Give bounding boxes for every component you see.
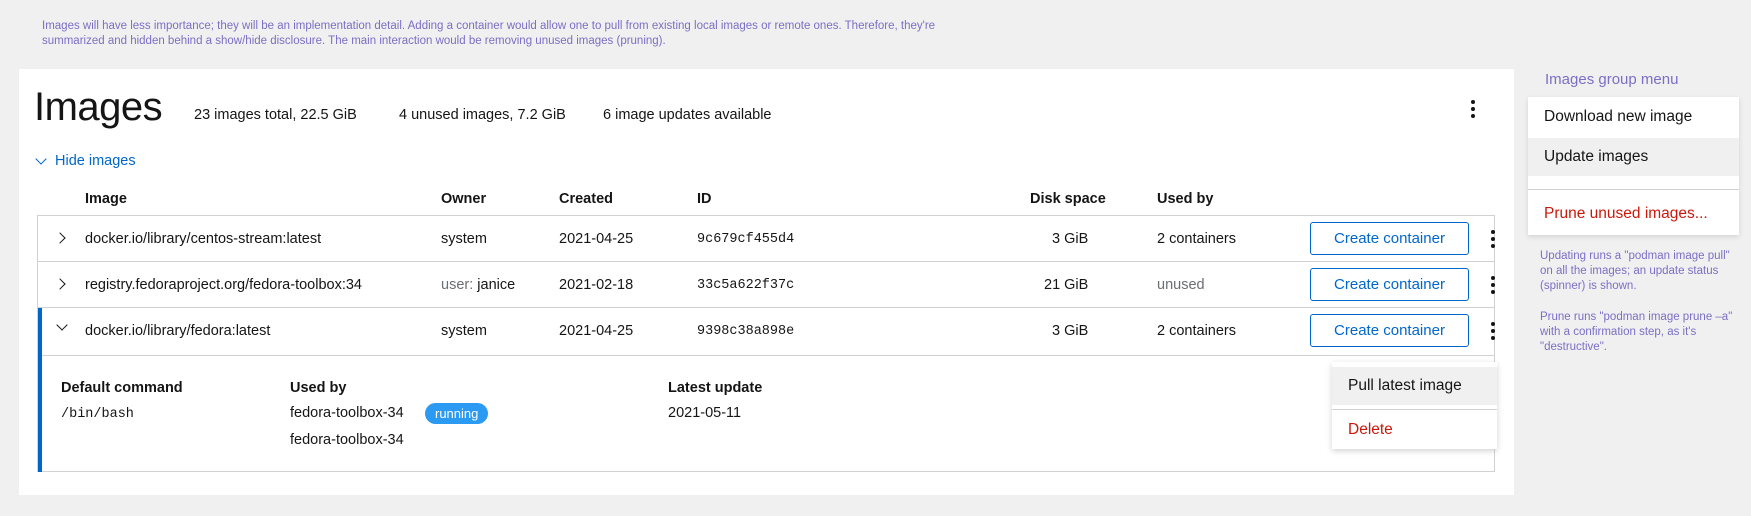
image-owner: system bbox=[441, 323, 487, 339]
row-kebab-icon[interactable] bbox=[1483, 225, 1503, 253]
prune-unused-images-item[interactable]: Prune unused images... bbox=[1528, 195, 1739, 233]
column-header-owner: Owner bbox=[441, 191, 487, 207]
column-header-used-by: Used by bbox=[1157, 191, 1214, 207]
page-title: Images bbox=[34, 85, 163, 129]
kebab-menu-icon[interactable] bbox=[1463, 95, 1483, 123]
used-by-container: fedora-toolbox-34 bbox=[290, 432, 404, 448]
image-disk-space: 3 GiB bbox=[1052, 231, 1089, 247]
create-container-button[interactable]: Create container bbox=[1310, 222, 1469, 255]
image-used-by: 2 containers bbox=[1157, 231, 1236, 247]
image-used-by: unused bbox=[1157, 277, 1205, 293]
image-name: docker.io/library/centos-stream:latest bbox=[85, 231, 322, 247]
owner-user: janice bbox=[477, 277, 516, 293]
images-table: docker.io/library/centos-stream:latest s… bbox=[37, 215, 1495, 472]
image-disk-space: 21 GiB bbox=[1044, 277, 1089, 293]
latest-update-value: 2021-05-11 bbox=[668, 405, 742, 421]
hide-images-toggle[interactable]: Hide images bbox=[35, 153, 136, 169]
menu-divider bbox=[1528, 189, 1739, 190]
image-id: 33c5a622f37c bbox=[697, 278, 795, 293]
stat-unused: 4 unused images, 7.2 GiB bbox=[399, 107, 566, 123]
stat-total: 23 images total, 22.5 GiB bbox=[194, 107, 357, 123]
pull-latest-image-item[interactable]: Pull latest image bbox=[1332, 367, 1497, 405]
image-name: docker.io/library/fedora:latest bbox=[85, 323, 271, 339]
create-container-button[interactable]: Create container bbox=[1310, 268, 1469, 301]
default-command-label: Default command bbox=[61, 380, 183, 396]
running-status-badge: running bbox=[425, 403, 489, 424]
row-actions-menu: Pull latest image Delete bbox=[1332, 362, 1497, 449]
prune-images-note: Prune runs "podman image prune –a" with … bbox=[1540, 311, 1733, 353]
image-created: 2021-04-25 bbox=[559, 231, 634, 247]
used-by-label: Used by bbox=[290, 380, 347, 396]
images-card: Images 23 images total, 22.5 GiB 4 unuse… bbox=[19, 69, 1514, 495]
used-by-container: fedora-toolbox-34 bbox=[290, 405, 404, 421]
update-images-note: Updating runs a "podman image pull" on a… bbox=[1540, 250, 1730, 292]
chevron-right-icon[interactable] bbox=[54, 278, 66, 290]
table-row: docker.io/library/centos-stream:latest s… bbox=[38, 216, 1495, 262]
group-menu-title: Images group menu bbox=[1545, 71, 1679, 88]
row-kebab-icon[interactable] bbox=[1483, 317, 1503, 345]
image-created: 2021-04-25 bbox=[559, 323, 634, 339]
menu-divider bbox=[1332, 409, 1497, 410]
delete-image-item[interactable]: Delete bbox=[1332, 412, 1497, 448]
owner-prefix: user: bbox=[441, 277, 474, 293]
hide-images-label: Hide images bbox=[55, 153, 136, 169]
chevron-down-icon bbox=[35, 153, 47, 165]
latest-update-label: Latest update bbox=[668, 380, 763, 396]
images-group-menu: Download new image Update images Prune u… bbox=[1528, 97, 1739, 235]
image-owner: user: janice bbox=[441, 277, 515, 293]
table-row: registry.fedoraproject.org/fedora-toolbo… bbox=[38, 262, 1495, 308]
column-header-image: Image bbox=[85, 191, 127, 207]
image-name: registry.fedoraproject.org/fedora-toolbo… bbox=[85, 277, 362, 293]
table-row-expanded: docker.io/library/fedora:latest system 2… bbox=[38, 308, 1495, 356]
column-header-id: ID bbox=[697, 191, 712, 207]
chevron-down-icon[interactable] bbox=[56, 319, 68, 331]
image-owner: system bbox=[441, 231, 487, 247]
design-note-top: Images will have less importance; they w… bbox=[42, 20, 936, 47]
image-used-by: 2 containers bbox=[1157, 323, 1236, 339]
image-id: 9398c38a898e bbox=[697, 324, 795, 339]
stat-updates: 6 image updates available bbox=[603, 107, 772, 123]
image-disk-space: 3 GiB bbox=[1052, 323, 1089, 339]
column-header-created: Created bbox=[559, 191, 613, 207]
download-new-image-item[interactable]: Download new image bbox=[1528, 97, 1739, 137]
create-container-button[interactable]: Create container bbox=[1310, 314, 1469, 347]
image-id: 9c679cf455d4 bbox=[697, 232, 795, 247]
update-images-item[interactable]: Update images bbox=[1528, 138, 1739, 176]
default-command-value: /bin/bash bbox=[61, 407, 134, 422]
row-kebab-icon[interactable] bbox=[1483, 271, 1503, 299]
image-created: 2021-02-18 bbox=[559, 277, 634, 293]
column-header-disk-space: Disk space bbox=[1030, 191, 1106, 207]
chevron-right-icon[interactable] bbox=[54, 232, 66, 244]
expanded-row-indicator bbox=[38, 308, 42, 472]
